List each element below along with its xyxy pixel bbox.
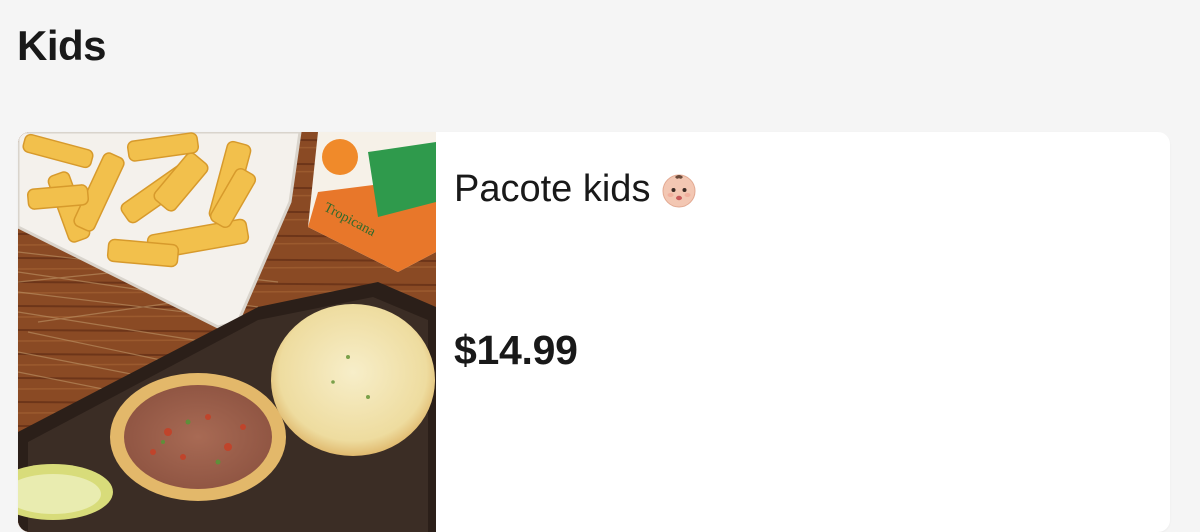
menu-item-photo: Tropicana [18, 132, 436, 532]
menu-item-info: Pacote kids $14.99 [436, 132, 1170, 532]
section-title: Kids [17, 22, 107, 69]
menu-item-name: Pacote kids [454, 168, 651, 210]
baby-face-icon [658, 169, 700, 211]
menu-item-price: $14.99 [454, 327, 578, 373]
menu-item-card[interactable]: Tropicana Pacote kids $14.99 [18, 132, 1170, 532]
menu-item-title: Pacote kids [454, 168, 700, 211]
